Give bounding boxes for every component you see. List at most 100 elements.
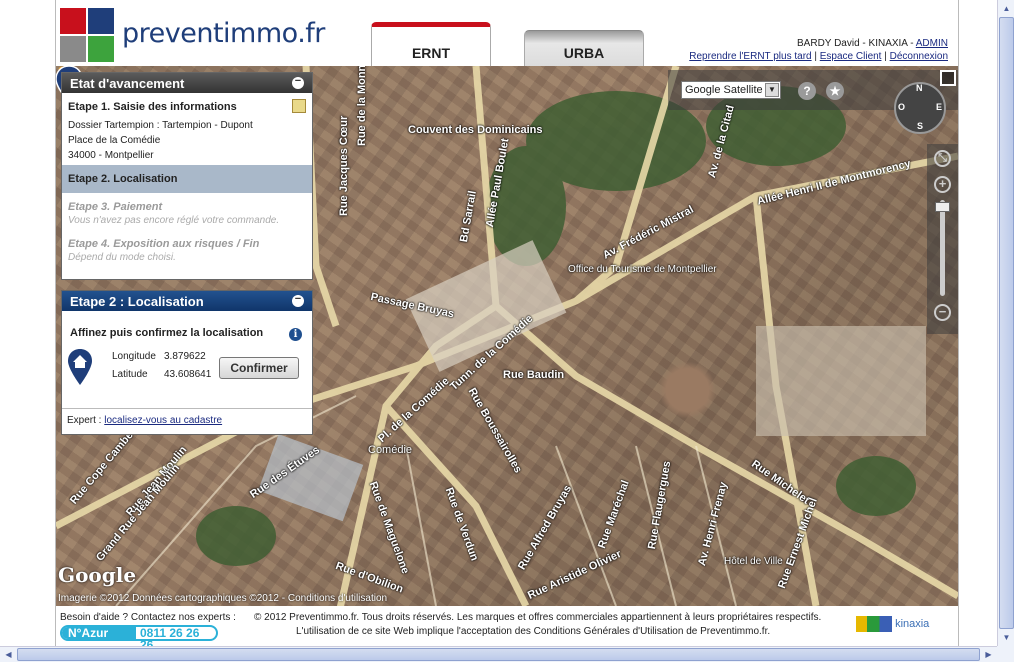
footer: Besoin d'aide ? Contactez nos experts : … [56,606,958,651]
scroll-up-icon[interactable]: ▲ [999,1,1014,16]
step-4: Etape 4. Exposition aux risques / Fin Dé… [62,230,312,267]
map-type-value: Google Satellite [685,84,763,96]
user-info: BARDY David - KINAXIA - ADMIN [797,38,948,49]
compass-icon[interactable]: N S E O [894,82,946,134]
zoom-in-icon[interactable]: + [934,176,951,193]
location-panel: Etape 2 : Localisation − Affinez puis co… [61,290,313,435]
scroll-down-icon[interactable]: ▼ [999,630,1014,645]
user-name: BARDY David - KINAXIA - [797,38,916,49]
client-space-link[interactable]: Espace Client [820,51,882,62]
map-label: Office du Tourisme de Montpellier [568,264,717,275]
step-4-sub: Dépend du mode choisi. [68,252,176,263]
star-icon[interactable]: ★ [826,82,844,100]
tab-urba[interactable]: URBA [524,30,644,66]
resume-later-link[interactable]: Reprendre l'ERNT plus tard [689,51,811,62]
horizontal-scrollbar[interactable]: ◀ ▶ [0,646,997,662]
kinaxia-cubes-icon [856,616,892,632]
step-3: Etape 3. Paiement Vous n'avez pas encore… [62,193,312,230]
link-separator: | [811,51,820,62]
tab-ernt[interactable]: ERNT [371,22,491,66]
map-type-select[interactable]: Google Satellite ▼ [681,81,781,99]
progress-panel: Etat d'avancement − Etape 1. Saisie des … [61,72,313,280]
logo-green-square [88,36,114,62]
right-border [958,0,959,646]
compass-w: O [898,102,906,112]
step-1-title: Etape 1. Saisie des informations [68,101,237,113]
map-label: Hôtel de Ville [724,556,783,567]
expert-line: Expert : localisez-vous au cadastre [62,408,312,432]
house-pin-icon [68,349,92,385]
step-3-sub: Vous n'avez pas encore réglé votre comma… [68,215,280,226]
expert-prefix: Expert : [67,415,105,426]
info-icon[interactable]: i [289,328,302,341]
location-heading-row: Affinez puis confirmez la localisation [62,311,312,347]
compass-s: S [917,121,924,131]
logout-link[interactable]: Déconnexion [890,51,948,62]
brand-name[interactable]: preventimmo.fr [122,18,325,49]
latitude-label: Latitude [112,369,148,380]
latitude-value: 43.608641 [164,369,212,380]
confirm-button[interactable]: Confirmer [219,357,299,379]
map-label: Comédie [368,444,413,456]
step-3-title: Etape 3. Paiement [68,201,163,213]
compass-e: E [936,102,943,112]
minus-icon[interactable]: − [292,76,304,89]
location-panel-header: Etape 2 : Localisation − [62,291,312,311]
map-attribution: Imagerie ©2012 Données cartographiques ©… [58,593,387,604]
chevron-down-icon[interactable]: ▼ [765,83,779,97]
header-links: Reprendre l'ERNT plus tard | Espace Clie… [689,51,948,62]
attribution-text: Imagerie ©2012 Données cartographiques ©… [58,593,288,604]
header: preventimmo.fr ERNT URBA BARDY David - K… [56,0,958,66]
longitude-label: Longitude [112,351,156,362]
phone-badge[interactable]: N°Azur 0811 26 26 26 [60,625,218,651]
zoom-slider-handle[interactable] [935,202,950,212]
page-root: preventimmo.fr ERNT URBA BARDY David - K… [0,0,1014,662]
footer-usage: L'utilisation de ce site Web implique l'… [296,626,771,637]
scroll-right-icon[interactable]: ▶ [981,647,996,662]
latitude-row: Latitude 43.608641 [112,369,211,380]
compass-n: N [916,83,923,93]
progress-panel-title: Etat d'avancement [70,76,185,91]
scroll-corner [997,646,1014,662]
google-text: Google [58,563,137,587]
kinaxia-logo[interactable]: kinaxia [856,616,929,632]
terms-link[interactable]: Conditions d'utilisation [288,593,387,604]
logo-grey-square [60,36,86,62]
map-label: Rue Baudin [503,369,565,381]
longitude-row: Longitude 3.879622 [112,351,206,362]
shrink-icon[interactable]: ⤡ [934,150,951,167]
edit-icon[interactable] [292,99,306,113]
step-1-line: 34000 - Montpellier [68,150,154,161]
minus-icon[interactable]: − [292,294,304,307]
google-logo[interactable]: Google [58,563,136,587]
progress-panel-header: Etat d'avancement − [62,73,312,93]
scroll-left-icon[interactable]: ◀ [1,647,16,662]
step-4-title: Etape 4. Exposition aux risques / Fin [68,238,260,250]
brand-logo-icon[interactable] [60,8,116,62]
zoom-out-icon[interactable]: − [934,304,951,321]
logo-blue-square [88,8,114,34]
location-heading: Affinez puis confirmez la localisation [70,327,264,339]
step-1[interactable]: Etape 1. Saisie des informations Dossier… [62,93,312,165]
map-label: Rue Jacques Cœur [338,115,350,216]
horizontal-scroll-thumb[interactable] [17,648,980,661]
link-separator: | [881,51,890,62]
vertical-scrollbar[interactable]: ▲ ▼ [997,0,1014,646]
step-1-line: Dossier Tartempion : Tartempion - Dupont [68,120,253,131]
kinaxia-text: kinaxia [895,617,930,630]
step-1-line: Place de la Comédie [68,135,161,146]
fullscreen-icon[interactable] [940,70,956,86]
footer-copyright: © 2012 Preventimmo.fr. Tous droits réser… [254,612,822,623]
zoom-slider-track[interactable] [940,200,945,296]
cadastre-link[interactable]: localisez-vous au cadastre [104,415,222,426]
map-label: Rue de la Monnaie [356,66,368,146]
footer-help: Besoin d'aide ? Contactez nos experts : [60,612,236,623]
vertical-scroll-thumb[interactable] [999,17,1014,629]
step-2[interactable]: Etape 2. Localisation [62,165,312,193]
admin-link[interactable]: ADMIN [916,38,948,49]
map-label: Couvent des Dominicains [408,124,543,136]
help-icon[interactable]: ? [798,82,816,100]
nazur-label: N°Azur [62,627,136,639]
longitude-value: 3.879622 [164,351,206,362]
step-2-title: Etape 2. Localisation [68,173,178,185]
